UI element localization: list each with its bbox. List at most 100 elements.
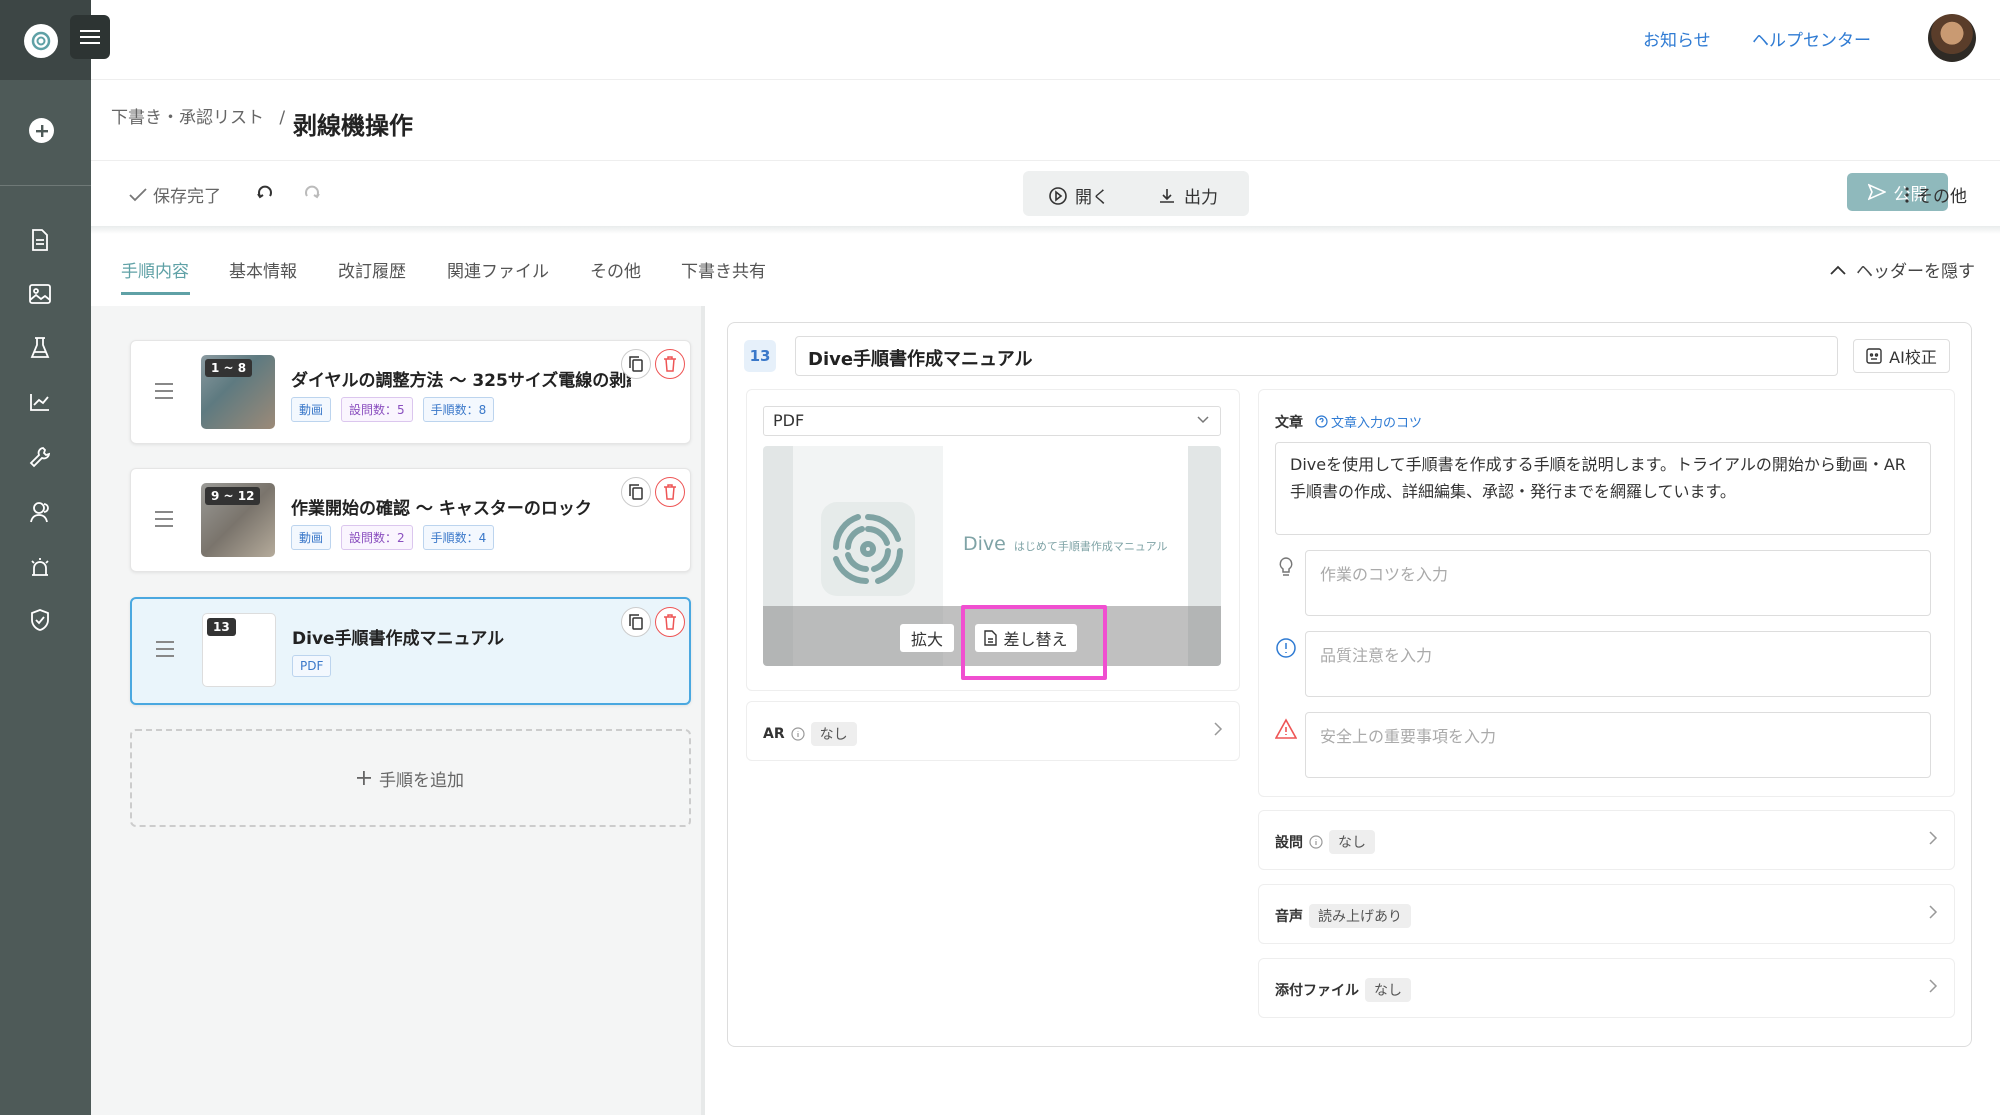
- tab-steps[interactable]: 手順内容: [121, 257, 189, 282]
- step-editor: 13 Dive手順書作成マニュアル AI校正 PDF Dive はじめて手順書作…: [727, 322, 1972, 1047]
- chart-icon[interactable]: [27, 389, 53, 415]
- question-value: なし: [1329, 830, 1375, 854]
- alarm-icon[interactable]: [27, 554, 53, 580]
- info-circle-icon: [1276, 638, 1296, 658]
- create-plus-icon[interactable]: [29, 118, 54, 143]
- chevron-right-icon: [1214, 722, 1223, 736]
- step-number-badge: 13: [744, 340, 776, 372]
- step-title: ダイヤルの調整方法 ～ 325サイズ電線の剥線: [291, 371, 631, 391]
- tag-question-count: 設問数：2: [341, 525, 413, 550]
- flask-icon[interactable]: [27, 335, 53, 361]
- drag-handle-icon[interactable]: [155, 383, 173, 404]
- tip-input[interactable]: 作業のコツを入力: [1305, 550, 1931, 616]
- document-icon[interactable]: [27, 227, 53, 253]
- preview-subtitle: はじめて手順書作成マニュアル: [1013, 540, 1168, 553]
- question-label: 設問: [1275, 835, 1303, 851]
- step-card-selected[interactable]: 13 Dive手順書作成マニュアル PDF: [130, 597, 691, 705]
- copy-icon[interactable]: [621, 349, 651, 379]
- step-tags: 動画 設問数：5 手順数：8: [291, 397, 495, 422]
- drag-handle-icon[interactable]: [155, 511, 173, 532]
- step-thumbnail: 9 ~ 12: [201, 483, 275, 557]
- top-bar: [91, 0, 2000, 80]
- users-icon[interactable]: [27, 499, 53, 525]
- hide-header-button[interactable]: ヘッダーを隠す: [1830, 257, 1975, 282]
- attachment-row[interactable]: 添付ファイル なし: [1258, 958, 1955, 1018]
- audio-row[interactable]: 音声 読み上げあり: [1258, 884, 1955, 944]
- lightbulb-icon: [1279, 557, 1293, 576]
- export-button[interactable]: 出力: [1158, 183, 1218, 208]
- chevron-down-icon: [1197, 416, 1209, 424]
- copy-icon[interactable]: [621, 607, 651, 637]
- step-card[interactable]: 9 ~ 12 作業開始の確認 ～ キャスターのロック 動画 設問数：2 手順数：…: [130, 468, 691, 572]
- breadcrumb-parent[interactable]: 下書き・承認リスト: [111, 108, 264, 128]
- tag-step-count: 手順数：8: [422, 397, 495, 422]
- step-range-badge: 13: [207, 618, 236, 636]
- step-thumbnail: 1 ~ 8: [201, 355, 275, 429]
- image-icon[interactable]: [27, 281, 53, 307]
- app-logo[interactable]: [24, 24, 58, 58]
- tab-draft-share[interactable]: 下書き共有: [681, 257, 766, 282]
- active-tab-indicator: [121, 292, 190, 295]
- delete-icon[interactable]: [655, 349, 685, 379]
- ar-row[interactable]: AR なし: [746, 701, 1240, 761]
- notice-link[interactable]: お知らせ: [1643, 26, 1711, 51]
- tag-question-count: 設問数：5: [341, 397, 413, 422]
- step-card[interactable]: 1 ~ 8 ダイヤルの調整方法 ～ 325サイズ電線の剥線 動画 設問数：5 手…: [130, 340, 691, 444]
- redo-icon[interactable]: [302, 182, 322, 202]
- hamburger-menu-icon[interactable]: [70, 15, 110, 59]
- question-row[interactable]: 設問 なし: [1258, 810, 1955, 870]
- add-step-button[interactable]: 手順を追加: [130, 729, 691, 827]
- page-title: 剥線機操作: [293, 112, 413, 140]
- help-circle-icon: [1315, 415, 1328, 428]
- chevron-up-icon: [1830, 265, 1846, 275]
- open-label: 開く: [1075, 188, 1109, 208]
- chevron-right-icon: [1929, 905, 1938, 919]
- tab-basic-info[interactable]: 基本情報: [229, 257, 297, 282]
- info-icon[interactable]: [1309, 835, 1323, 849]
- user-avatar[interactable]: [1928, 14, 1976, 62]
- zoom-button[interactable]: 拡大: [900, 624, 954, 652]
- undo-icon[interactable]: [255, 182, 275, 202]
- delete-icon[interactable]: [655, 477, 685, 507]
- step-tags: PDF: [292, 655, 332, 677]
- preview-text: Dive はじめて手順書作成マニュアル: [963, 533, 1168, 555]
- step-title: 作業開始の確認 ～ キャスターのロック: [291, 499, 592, 519]
- shield-check-icon[interactable]: [27, 607, 53, 633]
- quality-input[interactable]: 品質注意を入力: [1305, 631, 1931, 697]
- attachment-value: なし: [1365, 978, 1411, 1002]
- step-title: Dive手順書作成マニュアル: [292, 629, 505, 649]
- play-circle-icon: [1049, 186, 1067, 205]
- send-icon: [1867, 183, 1886, 201]
- open-button[interactable]: 開く: [1049, 183, 1109, 208]
- tab-bar: 手順内容 基本情報 改訂履歴 関連ファイル その他 下書き共有: [91, 250, 2000, 300]
- panel-divider[interactable]: [701, 306, 705, 1115]
- help-center-link[interactable]: ヘルプセンター: [1752, 26, 1871, 51]
- drag-handle-icon[interactable]: [156, 641, 174, 662]
- delete-icon[interactable]: [655, 607, 685, 637]
- copy-icon[interactable]: [621, 477, 651, 507]
- tab-revision-history[interactable]: 改訂履歴: [338, 257, 406, 282]
- step-title-input[interactable]: Dive手順書作成マニュアル: [795, 336, 1838, 376]
- text-tip-link[interactable]: 文章入力のコツ: [1315, 412, 1422, 431]
- step-range-badge: 1 ~ 8: [205, 359, 253, 377]
- wrench-icon[interactable]: [27, 444, 53, 470]
- tab-other[interactable]: その他: [590, 257, 641, 282]
- info-icon[interactable]: [791, 727, 805, 741]
- export-label: 出力: [1184, 188, 1218, 208]
- tab-related-files[interactable]: 関連ファイル: [447, 257, 549, 282]
- audio-label: 音声: [1275, 909, 1303, 925]
- safety-input[interactable]: 安全上の重要事項を入力: [1305, 712, 1931, 778]
- attachment-label-group: 添付ファイル なし: [1275, 978, 1411, 1002]
- media-type-select[interactable]: PDF: [763, 406, 1221, 436]
- tag-step-count: 手順数：4: [422, 525, 495, 550]
- breadcrumb: 下書き・承認リスト /: [111, 103, 285, 128]
- more-menu-button[interactable]: その他: [1904, 182, 1967, 207]
- check-icon: [129, 187, 147, 201]
- ai-robot-icon: [1866, 348, 1882, 364]
- question-label-group: 設問 なし: [1275, 830, 1375, 854]
- ar-value: なし: [810, 722, 857, 746]
- download-icon: [1160, 188, 1174, 203]
- text-textarea[interactable]: Diveを使用して手順書を作成する手順を説明します。トライアルの開始から動画・A…: [1275, 442, 1931, 535]
- step-tags: 動画 設問数：2 手順数：4: [291, 525, 495, 550]
- ai-proofread-button[interactable]: AI校正: [1853, 339, 1950, 373]
